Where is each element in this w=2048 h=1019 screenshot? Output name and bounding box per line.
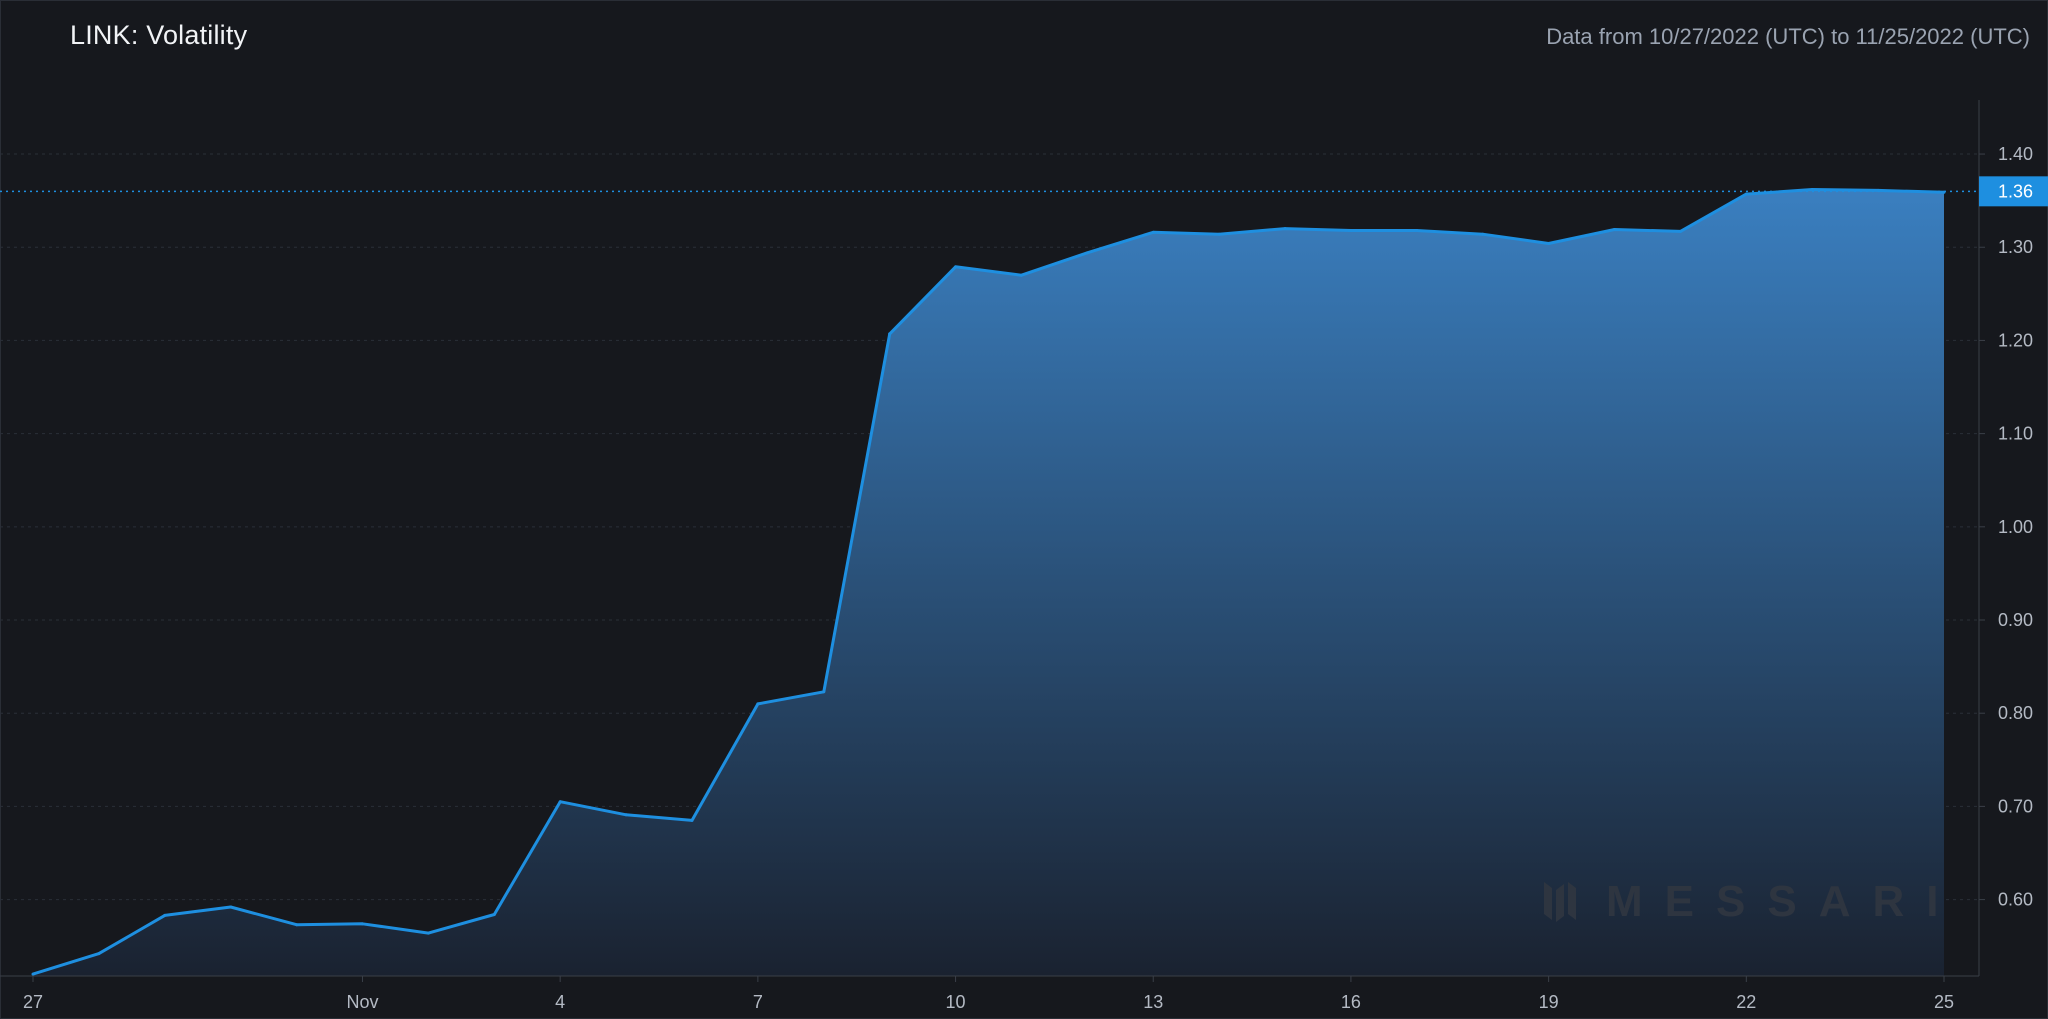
y-tick-label: 1.00: [1998, 517, 2033, 537]
data-point: [888, 332, 892, 336]
x-tick-label: 16: [1341, 992, 1361, 1012]
watermark-text: MESSARI: [1606, 877, 1960, 926]
y-tick-label: 1.40: [1998, 144, 2033, 164]
data-point: [1547, 242, 1551, 246]
data-point: [822, 690, 826, 694]
x-axis-ticks: 27 Nov 4 7 10 13 16 19 22 25: [23, 976, 1954, 1012]
y-tick-label: 0.80: [1998, 703, 2033, 723]
last-value-label: 1.36: [1998, 181, 2033, 201]
data-point: [1283, 227, 1287, 231]
y-tick-label: 1.20: [1998, 330, 2033, 350]
data-point: [31, 972, 35, 976]
data-point: [97, 952, 101, 956]
data-point: [1151, 230, 1155, 234]
x-tick-label: 22: [1736, 992, 1756, 1012]
area-fill: [33, 189, 1944, 976]
data-point: [1415, 228, 1419, 232]
data-point: [1744, 192, 1748, 196]
data-point: [360, 922, 364, 926]
area-shape: [33, 189, 1944, 976]
data-point: [492, 912, 496, 916]
data-point: [690, 818, 694, 822]
x-tick-label: 19: [1539, 992, 1559, 1012]
x-tick-label: 4: [555, 992, 565, 1012]
y-axis-ticks: 0.60 0.70 0.80 0.90 1.00 1.10 1.20 1.30 1.40: [1979, 144, 2033, 910]
volatility-chart[interactable]: MESSARI 0.60 0.70 0.80 0.90 1.00 1.10 1.20 1.30…: [0, 0, 2048, 1019]
data-point: [1678, 229, 1682, 233]
x-tick-label: 7: [753, 992, 763, 1012]
data-point: [1613, 228, 1617, 232]
data-point: [1349, 228, 1353, 232]
data-point: [229, 905, 233, 909]
y-tick-label: 0.90: [1998, 610, 2033, 630]
data-point: [954, 265, 958, 269]
data-point: [756, 702, 760, 706]
data-point: [163, 913, 167, 917]
data-point: [426, 931, 430, 935]
data-point: [624, 813, 628, 817]
messari-watermark: MESSARI: [1544, 877, 1960, 926]
x-tick-label: 10: [946, 992, 966, 1012]
messari-logo-icon: [1544, 882, 1576, 922]
data-point: [558, 800, 562, 804]
y-tick-label: 0.60: [1998, 890, 2033, 910]
x-tick-label: 25: [1934, 992, 1954, 1012]
data-point: [1481, 232, 1485, 236]
data-point: [295, 923, 299, 927]
y-tick-label: 1.10: [1998, 424, 2033, 444]
data-point: [1085, 251, 1089, 255]
y-tick-label: 0.70: [1998, 796, 2033, 816]
x-tick-label: Nov: [346, 992, 378, 1012]
data-point: [1019, 273, 1023, 277]
x-tick-label: 27: [23, 992, 43, 1012]
x-tick-label: 13: [1143, 992, 1163, 1012]
y-tick-label: 1.30: [1998, 237, 2033, 257]
data-point: [1810, 187, 1814, 191]
data-point: [1217, 232, 1221, 236]
